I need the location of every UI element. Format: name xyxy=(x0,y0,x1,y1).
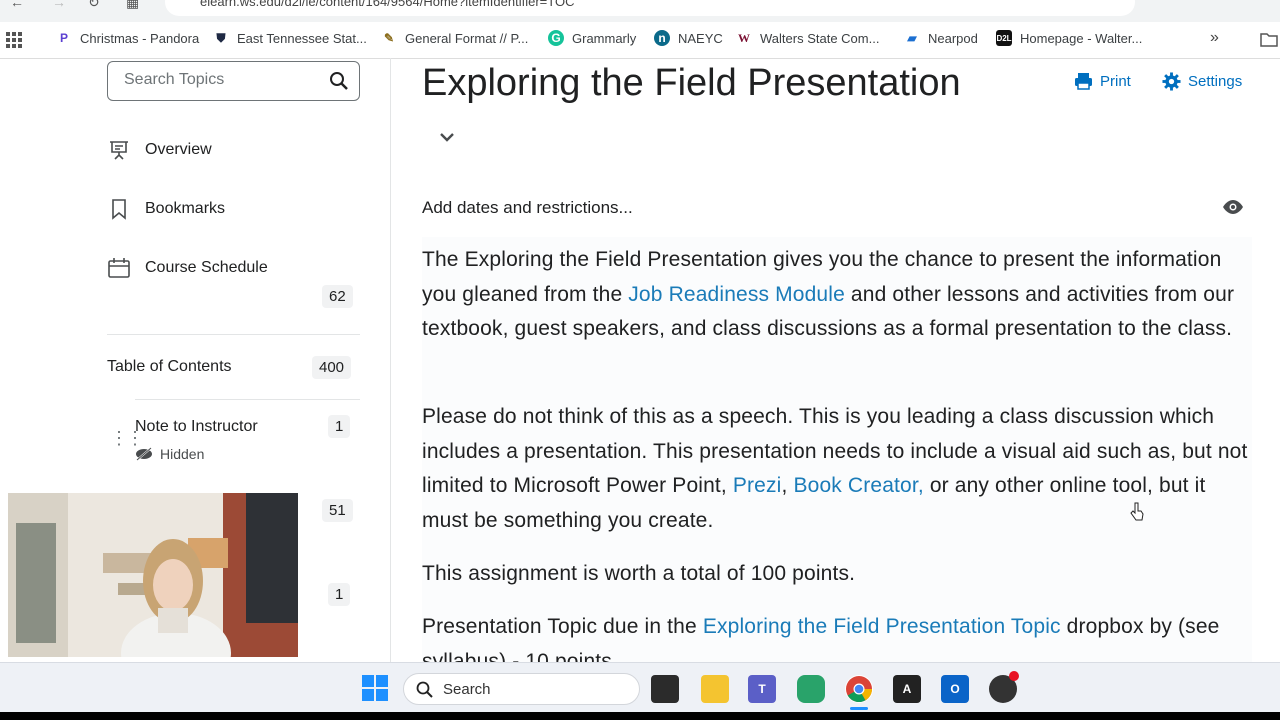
chevron-down-icon[interactable] xyxy=(438,130,456,144)
bookmark-icon xyxy=(112,199,126,220)
module-divider xyxy=(135,399,360,400)
printer-icon xyxy=(1075,73,1092,90)
settings-button[interactable]: Settings xyxy=(1162,72,1242,91)
table-of-contents-link[interactable]: Table of Contents xyxy=(107,358,232,376)
bookmark-homepage[interactable]: D2L Homepage - Walter... xyxy=(996,30,1142,46)
search-topics-input[interactable] xyxy=(122,70,326,90)
prezi-link[interactable]: Prezi xyxy=(733,474,782,497)
notification-badge xyxy=(1009,671,1019,681)
acrobat-icon[interactable]: A xyxy=(893,675,921,703)
apps-grid-icon[interactable] xyxy=(6,32,22,48)
folder-icon[interactable] xyxy=(1260,32,1278,47)
search-icon xyxy=(416,681,433,698)
topic-dropbox-link[interactable]: Exploring the Field Presentation Topic xyxy=(703,615,1061,638)
visibility-eye-icon[interactable] xyxy=(1222,199,1244,215)
module-count: 51 xyxy=(322,499,353,522)
paragraph-instructions: Please do not think of this as a speech.… xyxy=(422,405,1248,533)
calendar-icon xyxy=(108,258,130,278)
screen-bottom-bar xyxy=(0,712,1280,720)
webcam-overlay xyxy=(8,493,298,657)
paragraph-points: This assignment is worth a total of 100 … xyxy=(422,562,856,585)
teams-icon[interactable]: T xyxy=(748,675,776,703)
walters-state-icon: W xyxy=(738,30,750,45)
nearpod-icon: ▰ xyxy=(907,31,917,45)
active-app-indicator xyxy=(850,707,868,710)
taskbar-search[interactable]: Search xyxy=(403,673,640,705)
presentation-board-icon xyxy=(110,141,128,160)
bookmark-nearpod[interactable]: ▰ Nearpod xyxy=(904,30,978,46)
toc-count: 400 xyxy=(312,356,352,379)
hidden-status: Hidden xyxy=(135,446,204,462)
pandora-icon: P xyxy=(59,31,68,45)
presenter-video-image xyxy=(8,493,298,657)
job-readiness-module-link[interactable]: Job Readiness Module xyxy=(628,283,845,306)
naeyc-icon: n xyxy=(654,30,670,46)
nav-course-schedule[interactable]: Course Schedule xyxy=(107,256,268,280)
browser-toolbar: ← → ↻ ▦ elearn.ws.edu/d2l/le/content/164… xyxy=(0,0,1280,22)
apps-icon[interactable]: ▦ xyxy=(126,0,139,11)
book-creator-link[interactable]: Book Creator, xyxy=(793,474,923,497)
outlook-icon[interactable]: O xyxy=(941,675,969,703)
print-button[interactable]: Print xyxy=(1074,72,1131,90)
add-dates-restrictions-link[interactable]: Add dates and restrictions... xyxy=(422,198,633,218)
windows-taskbar: Search T A O xyxy=(0,662,1280,713)
eye-slash-icon xyxy=(136,447,152,461)
bookmark-pandora[interactable]: P Christmas - Pandora xyxy=(56,30,199,46)
reload-icon[interactable]: ↻ xyxy=(88,0,100,11)
d2l-icon: D2L xyxy=(996,30,1012,46)
nav-bookmarks[interactable]: Bookmarks xyxy=(107,197,225,221)
forward-icon[interactable]: → xyxy=(52,0,66,10)
note-count: 1 xyxy=(328,415,351,438)
bookmark-etsu[interactable]: ⛊ East Tennessee Stat... xyxy=(213,30,366,46)
search-topics xyxy=(107,61,360,101)
chrome-icon[interactable] xyxy=(845,675,873,703)
file-explorer-icon[interactable] xyxy=(701,675,729,703)
url-text[interactable]: elearn.ws.edu/d2l/le/content/164/9564/Ho… xyxy=(200,0,574,9)
bookmarks-bar: P Christmas - Pandora ⛊ East Tennessee Sta… xyxy=(0,22,1280,59)
page-title: Exploring the Field Presentation xyxy=(422,62,961,104)
course-schedule-count: 62 xyxy=(322,285,353,308)
sidebar-divider xyxy=(107,334,360,335)
task-view-icon[interactable] xyxy=(651,675,679,703)
etsu-shield-icon: ⛊ xyxy=(216,30,226,45)
microsoft-365-icon[interactable] xyxy=(797,675,825,703)
hand-cursor-icon xyxy=(1130,502,1144,521)
more-bookmarks-icon[interactable]: » xyxy=(1210,29,1219,47)
grammarly-icon: G xyxy=(548,30,564,46)
back-icon[interactable]: ← xyxy=(10,0,24,10)
paragraph-intro: The Exploring the Field Presentation giv… xyxy=(422,248,1235,341)
purdue-owl-icon: ✎ xyxy=(383,31,395,45)
bookmark-purdue-owl[interactable]: ✎ General Format // P... xyxy=(381,30,528,46)
search-icon[interactable] xyxy=(329,71,349,91)
bookmark-grammarly[interactable]: G Grammarly xyxy=(548,30,636,46)
bookmark-naeyc[interactable]: n NAEYC xyxy=(654,30,723,46)
module-count: 1 xyxy=(328,583,351,606)
gear-icon xyxy=(1162,72,1181,91)
bookmark-walters-state[interactable]: W Walters State Com... xyxy=(736,30,879,46)
module-note-to-instructor[interactable]: Note to Instructor xyxy=(135,418,258,436)
panel-separator xyxy=(390,58,391,663)
nav-overview[interactable]: Overview xyxy=(107,138,212,162)
windows-start-icon[interactable] xyxy=(362,675,388,701)
